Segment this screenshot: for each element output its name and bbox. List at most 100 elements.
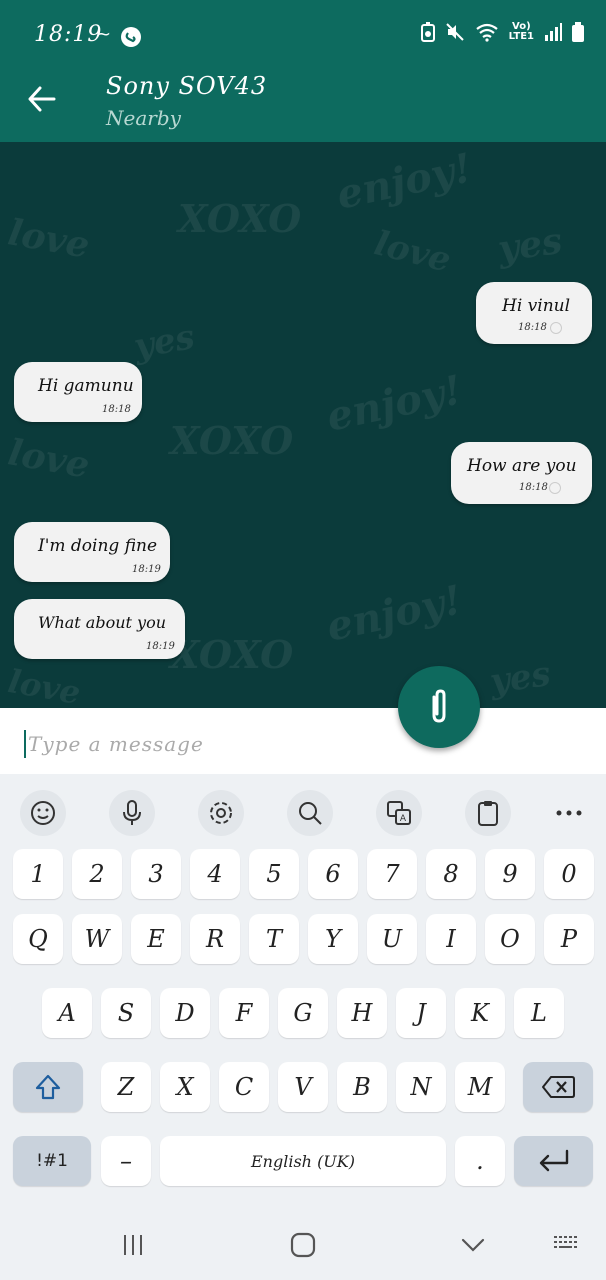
shift-key[interactable] (13, 1062, 83, 1112)
battery-icon (572, 22, 584, 42)
translate-button[interactable]: A (376, 790, 422, 836)
attach-button[interactable] (398, 666, 480, 748)
key[interactable]: 3 (131, 849, 181, 899)
period-key[interactable]: . (455, 1136, 505, 1186)
message-incoming[interactable]: What about you 18:19 (14, 599, 185, 659)
contact-status: Nearby (106, 106, 181, 130)
keyboard: A 1 2 3 4 5 6 7 8 9 0 Q W E R T Y U I O … (0, 774, 606, 1280)
contact-name[interactable]: Sony SOV43 (106, 72, 267, 100)
key[interactable]: 7 (367, 849, 417, 899)
message-outgoing[interactable]: Hi vinul 18:18 (476, 282, 592, 344)
key[interactable]: Z (101, 1062, 151, 1112)
message-time: 18:18 (519, 482, 548, 493)
wallpaper-doodle: XOXO (170, 632, 294, 677)
key[interactable]: I (426, 914, 476, 964)
wifi-icon (475, 23, 498, 42)
key[interactable]: O (485, 914, 535, 964)
wallpaper-doodle: XOXO (178, 196, 302, 241)
message-text: Hi gamunu (38, 376, 134, 396)
key[interactable]: B (337, 1062, 387, 1112)
message-input[interactable]: Type a message (0, 708, 606, 774)
status-icons: Vo) LTE1 (420, 21, 584, 42)
wallpaper-doodle: love (370, 223, 455, 281)
key[interactable]: K (455, 988, 505, 1038)
key[interactable]: H (337, 988, 387, 1038)
dash-key[interactable]: – (101, 1136, 151, 1186)
emoji-button[interactable] (20, 790, 66, 836)
backspace-icon (542, 1076, 575, 1098)
shazam-icon (121, 27, 141, 47)
key[interactable]: S (101, 988, 151, 1038)
message-text: Hi vinul (502, 296, 571, 316)
key[interactable]: L (514, 988, 564, 1038)
message-time: 18:19 (132, 564, 161, 575)
key[interactable]: T (249, 914, 299, 964)
key[interactable]: 4 (190, 849, 240, 899)
key[interactable]: 9 (485, 849, 535, 899)
message-text: How are you (467, 456, 577, 476)
translate-icon: A (387, 801, 411, 825)
back-arrow-icon[interactable] (26, 84, 56, 114)
voice-input-button[interactable] (109, 790, 155, 836)
emoji-icon (31, 801, 55, 825)
mute-icon (445, 23, 464, 41)
settings-icon (210, 802, 232, 824)
key[interactable]: D (160, 988, 210, 1038)
home-icon[interactable] (290, 1232, 316, 1258)
key[interactable]: V (278, 1062, 328, 1112)
message-time: 18:19 (146, 641, 175, 652)
message-text: What about you (38, 613, 167, 632)
message-incoming[interactable]: Hi gamunu 18:18 (14, 362, 142, 422)
key[interactable]: Y (308, 914, 358, 964)
volte-indicator: Vo) LTE1 (508, 21, 534, 42)
key[interactable]: R (190, 914, 240, 964)
key[interactable]: E (131, 914, 181, 964)
search-button[interactable] (287, 790, 333, 836)
key[interactable]: C (219, 1062, 269, 1112)
key[interactable]: X (160, 1062, 210, 1112)
key[interactable]: 2 (72, 849, 122, 899)
message-outgoing[interactable]: How are you 18:18 (451, 442, 592, 504)
shift-icon (35, 1074, 61, 1100)
key[interactable]: M (455, 1062, 505, 1112)
key[interactable]: 5 (249, 849, 299, 899)
status-activity-icon: ~ (96, 24, 112, 45)
keyboard-switch-icon[interactable] (552, 1232, 580, 1256)
symbols-key[interactable]: !#1 (13, 1136, 91, 1186)
text-caret (24, 730, 26, 758)
key[interactable]: G (278, 988, 328, 1038)
key[interactable]: Q (13, 914, 63, 964)
key[interactable]: 0 (544, 849, 594, 899)
hide-keyboard-icon[interactable] (460, 1232, 486, 1258)
wallpaper-doodle: love (5, 661, 84, 708)
keyboard-settings-button[interactable] (198, 790, 244, 836)
space-key[interactable]: English (UK) (160, 1136, 446, 1186)
enter-key[interactable] (514, 1136, 593, 1186)
key[interactable]: U (367, 914, 417, 964)
wallpaper-doodle: yes (487, 653, 554, 703)
recent-apps-icon[interactable] (120, 1232, 146, 1258)
key[interactable]: F (219, 988, 269, 1038)
message-text: I'm doing fine (38, 536, 158, 556)
message-placeholder: Type a message (28, 732, 204, 756)
key[interactable]: 6 (308, 849, 358, 899)
backspace-key[interactable] (523, 1062, 593, 1112)
microphone-icon (123, 800, 141, 825)
key[interactable]: P (544, 914, 594, 964)
key[interactable]: A (42, 988, 92, 1038)
key[interactable]: W (72, 914, 122, 964)
key[interactable]: N (396, 1062, 446, 1112)
clipboard-button[interactable] (465, 790, 511, 836)
message-incoming[interactable]: I'm doing fine 18:19 (14, 522, 170, 582)
key[interactable]: 1 (13, 849, 63, 899)
key[interactable]: J (396, 988, 446, 1038)
status-time: 18:19 (34, 22, 103, 47)
wallpaper-doodle: yes (495, 219, 565, 271)
pending-clock-icon (549, 482, 561, 494)
chat-area: enjoy! love yes XOXO love yes enjoy! XOX… (0, 142, 606, 708)
more-options-button[interactable] (546, 790, 592, 836)
key[interactable]: 8 (426, 849, 476, 899)
app-header: 18:19 ~ Vo) LTE1 Sony SOV43 Nearby (0, 0, 606, 142)
message-time: 18:18 (102, 404, 131, 415)
paperclip-icon (432, 689, 446, 723)
